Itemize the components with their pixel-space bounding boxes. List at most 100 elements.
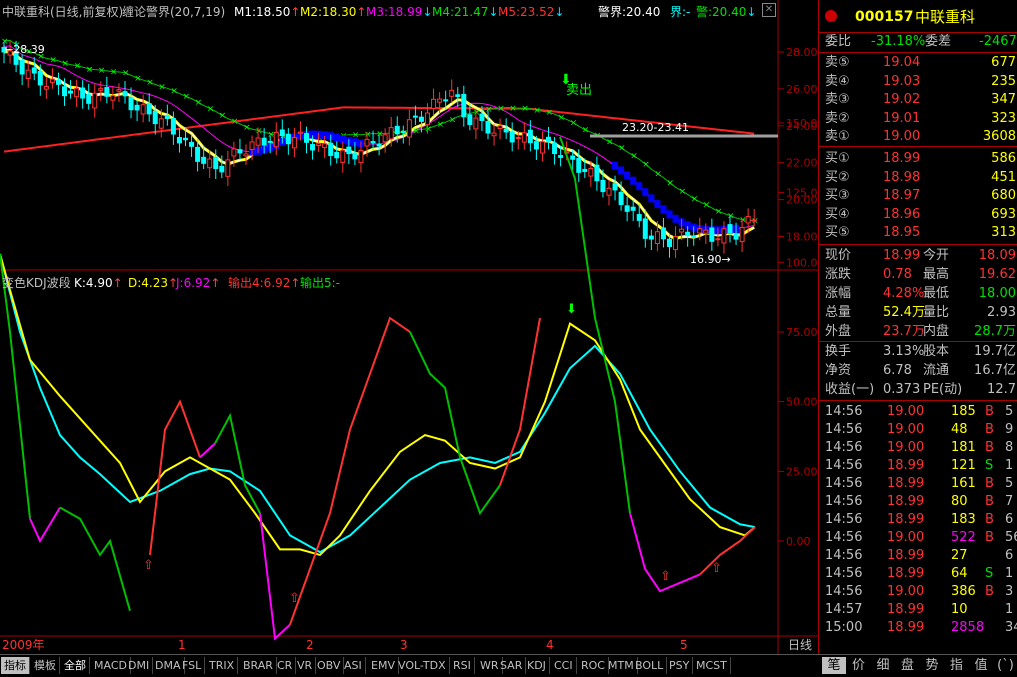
chart-area[interactable]: 28.0026.0024.0022.0020.0018.00150.0125.0… xyxy=(0,0,818,654)
candle-body xyxy=(159,119,163,128)
tab-asi[interactable]: ASI xyxy=(341,657,366,674)
candle-body xyxy=(438,99,442,102)
m5-value: M5:23.52↓ xyxy=(498,5,564,19)
candle-body xyxy=(522,133,526,142)
candle-body xyxy=(419,117,423,121)
m1-value: M1:18.50↑ xyxy=(234,5,300,19)
panel-tab[interactable]: 盘 xyxy=(896,657,920,674)
panel-tab[interactable]: 指 xyxy=(945,657,969,674)
stat-row: 涨跌0.78最高19.62 xyxy=(819,266,1017,284)
tick-volume: 64 xyxy=(951,565,968,583)
candle-body xyxy=(359,150,363,162)
month-1: 1 xyxy=(178,638,186,652)
tick-row: 14:5618.99183B6 xyxy=(819,511,1017,529)
x-marker: × xyxy=(654,169,662,179)
tab-cr[interactable]: CR xyxy=(274,657,296,674)
candle-body xyxy=(547,137,551,141)
stat-label: 外盘 xyxy=(825,323,851,341)
x-marker: × xyxy=(86,65,94,75)
tab-trix[interactable]: TRIX xyxy=(206,657,238,674)
candle-body xyxy=(184,138,188,139)
stock-name: 中联重科 xyxy=(915,8,975,26)
close-icon[interactable]: ✕ xyxy=(762,3,776,17)
tick-row: 14:5718.99101 xyxy=(819,601,1017,619)
buy-signal-arrow-icon: ⇧ xyxy=(289,591,300,606)
candle-body xyxy=(177,137,181,142)
tab-fsl[interactable]: FSL xyxy=(179,657,205,674)
tab-模板[interactable]: 模板 xyxy=(31,657,60,674)
candle-body xyxy=(668,239,672,246)
tab-psy[interactable]: PSY xyxy=(666,657,693,674)
tick-time: 14:56 xyxy=(825,421,862,439)
weibi-row: 委比 -31.18% 委差 -2467 xyxy=(819,33,1017,51)
tick-row: 14:5618.99276 xyxy=(819,547,1017,565)
trend-block xyxy=(673,215,679,223)
ask-price: 19.03 xyxy=(883,73,920,91)
tab-brar[interactable]: BRAR xyxy=(240,657,277,674)
tab-obv[interactable]: OBV xyxy=(314,657,344,674)
stat-value: 23.7万 xyxy=(883,323,925,341)
x-marker: × xyxy=(183,92,191,102)
tick-price: 18.99 xyxy=(887,547,924,565)
x-marker: × xyxy=(219,111,227,121)
panel-tab[interactable]: (`) xyxy=(994,657,1017,674)
tick-volume: 161 xyxy=(951,475,976,493)
candle-body xyxy=(141,105,145,114)
stat-value: 28.7万 xyxy=(974,323,1016,341)
tab-全部[interactable]: 全部 xyxy=(61,657,90,674)
candle-body xyxy=(571,156,575,159)
tick-count: 7 xyxy=(1005,493,1013,511)
tab-vol-tdx[interactable]: VOL-TDX xyxy=(395,657,450,674)
candle-body xyxy=(244,154,248,156)
tick-count: 9 xyxy=(1005,421,1013,439)
stat-label: 流通 xyxy=(923,362,949,380)
tab-指标[interactable]: 指标 xyxy=(1,657,30,674)
range-label: 23.20-23.41 xyxy=(622,121,689,134)
candle-body xyxy=(534,142,538,149)
candle-body xyxy=(686,232,690,235)
tick-volume: 2858 xyxy=(951,619,984,637)
panel-tab[interactable]: 细 xyxy=(871,657,895,674)
period-label[interactable]: 日线 xyxy=(788,638,812,652)
stat-label: 涨幅 xyxy=(825,285,851,303)
tab-rsi[interactable]: RSI xyxy=(450,657,475,674)
trend-block xyxy=(642,188,648,196)
x-marker: × xyxy=(195,98,203,108)
tab-kdj[interactable]: KDJ xyxy=(524,657,550,674)
buy-signal-arrow-icon: ⇧ xyxy=(711,561,722,576)
candle-body xyxy=(516,138,520,139)
ask-row: 卖①19.003608 xyxy=(819,128,1017,146)
stat-label: PE(动) xyxy=(923,381,962,399)
x-marker: × xyxy=(122,69,130,79)
tick-price: 19.00 xyxy=(887,529,924,547)
tick-side: B xyxy=(985,439,994,457)
tab-cci[interactable]: CCI xyxy=(551,657,577,674)
tick-row: 14:5618.9980B7 xyxy=(819,493,1017,511)
panel-tabs: 笔价细盘势指值(`) xyxy=(818,654,1017,677)
tab-sar[interactable]: SAR xyxy=(497,657,526,674)
candle-body xyxy=(589,168,593,176)
x-marker: × xyxy=(751,217,759,227)
panel-tab[interactable]: 笔 xyxy=(822,657,846,674)
panel-tab[interactable]: 价 xyxy=(847,657,871,674)
panel-tab[interactable]: 势 xyxy=(920,657,944,674)
x-marker: × xyxy=(703,201,711,211)
bid-label: 买④ xyxy=(825,206,850,224)
ask-price: 19.02 xyxy=(883,91,920,109)
panel-tab[interactable]: 值 xyxy=(969,657,993,674)
tick-side: B xyxy=(985,511,994,529)
stat-value: 3.13% xyxy=(883,343,924,361)
kdj-j: J:6.92↑ xyxy=(176,276,220,290)
tick-volume: 183 xyxy=(951,511,976,529)
tick-row: 14:5619.00386B3 xyxy=(819,583,1017,601)
bid-price: 18.99 xyxy=(883,150,920,168)
tab-dmi[interactable]: DMI xyxy=(125,657,153,674)
tab-vr[interactable]: VR xyxy=(294,657,316,674)
kline-chart[interactable]: 28.0026.0024.0022.0020.0018.00150.0125.0… xyxy=(0,0,818,654)
ask-row: 卖⑤19.04677 xyxy=(819,54,1017,72)
bid-row: 买①18.99586 xyxy=(819,150,1017,168)
candle-body xyxy=(407,120,411,137)
tab-mcst[interactable]: MCST xyxy=(693,657,731,674)
tab-boll[interactable]: BOLL xyxy=(632,657,667,674)
x-marker: × xyxy=(509,104,517,114)
